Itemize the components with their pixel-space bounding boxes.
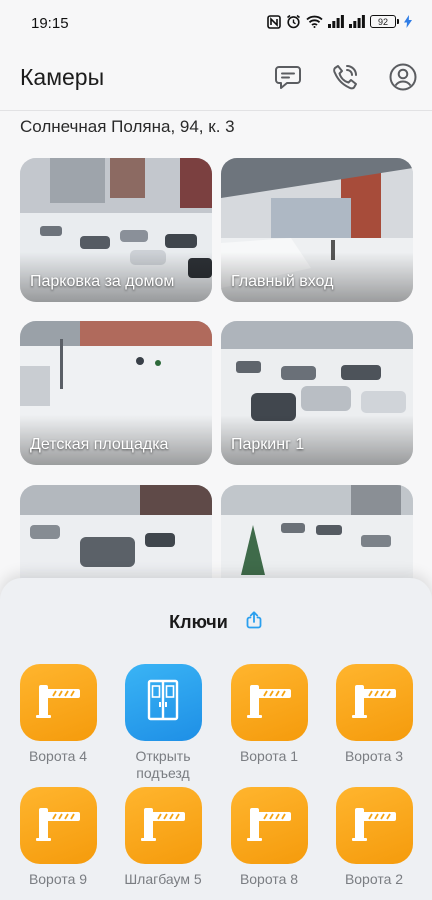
battery-icon: 92 bbox=[370, 15, 399, 28]
camera-card[interactable]: Паркинг 1 bbox=[221, 321, 413, 465]
keys-sheet: Ключи Ворота 4 Открыть подъезд Ворота 1 … bbox=[0, 578, 432, 900]
key-label: Ворота 9 bbox=[28, 871, 88, 887]
page-title: Камеры bbox=[20, 64, 105, 90]
barrier-gate-icon bbox=[244, 679, 294, 726]
charging-icon bbox=[404, 15, 412, 28]
chat-button[interactable] bbox=[271, 62, 305, 96]
key-button[interactable]: Ворота 8 bbox=[224, 787, 314, 888]
key-button[interactable]: Ворота 1 bbox=[224, 664, 314, 765]
key-tile bbox=[230, 664, 308, 741]
profile-button[interactable] bbox=[386, 62, 420, 96]
key-label: Шлагбаум 5 bbox=[124, 871, 202, 887]
key-tile bbox=[124, 787, 202, 864]
key-button[interactable]: Ворота 4 bbox=[13, 664, 103, 765]
barrier-gate-icon bbox=[138, 802, 188, 849]
key-label: Ворота 8 bbox=[239, 871, 299, 887]
camera-card[interactable]: Парковка за домом bbox=[20, 158, 212, 302]
door-icon bbox=[143, 678, 183, 727]
alarm-icon bbox=[286, 14, 301, 29]
key-label: Ворота 3 bbox=[344, 748, 404, 764]
key-tile bbox=[335, 664, 413, 741]
chat-icon bbox=[273, 62, 303, 97]
profile-icon bbox=[388, 62, 418, 97]
share-icon bbox=[245, 611, 263, 633]
barrier-gate-icon bbox=[33, 802, 83, 849]
signal-icon bbox=[328, 15, 344, 28]
key-button[interactable]: Открыть подъезд bbox=[118, 664, 208, 782]
barrier-gate-icon bbox=[349, 679, 399, 726]
key-label: Открыть подъезд bbox=[135, 748, 191, 781]
barrier-gate-icon bbox=[244, 802, 294, 849]
status-bar: 19:15 92 bbox=[0, 0, 432, 48]
key-label: Ворота 2 bbox=[344, 871, 404, 887]
key-tile bbox=[230, 787, 308, 864]
key-tile bbox=[335, 787, 413, 864]
app-bar: Камеры bbox=[0, 48, 432, 112]
camera-label: Паркинг 1 bbox=[231, 436, 305, 453]
key-button[interactable]: Шлагбаум 5 bbox=[118, 787, 208, 888]
camera-label: Главный вход bbox=[231, 273, 334, 290]
app-bar-divider bbox=[0, 110, 432, 111]
camera-card[interactable]: Главный вход bbox=[221, 158, 413, 302]
battery-level: 92 bbox=[377, 16, 388, 27]
key-label: Ворота 4 bbox=[28, 748, 88, 764]
key-button[interactable]: Ворота 2 bbox=[329, 787, 419, 888]
call-button[interactable] bbox=[328, 62, 362, 96]
camera-label: Детская площадка bbox=[30, 436, 169, 453]
status-time: 19:15 bbox=[31, 15, 69, 32]
barrier-gate-icon bbox=[349, 802, 399, 849]
key-button[interactable]: Ворота 9 bbox=[13, 787, 103, 888]
phone-call-icon bbox=[330, 62, 360, 97]
share-keys-button[interactable] bbox=[245, 611, 263, 634]
key-label: Ворота 1 bbox=[239, 748, 299, 764]
nfc-icon bbox=[267, 14, 281, 29]
key-tile bbox=[19, 787, 97, 864]
barrier-gate-icon bbox=[33, 679, 83, 726]
key-tile bbox=[124, 664, 202, 741]
camera-card[interactable]: Детская площадка bbox=[20, 321, 212, 465]
signal-icon bbox=[349, 15, 365, 28]
camera-label: Парковка за домом bbox=[30, 273, 175, 290]
key-tile bbox=[19, 664, 97, 741]
address-title: Солнечная Поляна, 94, к. 3 bbox=[20, 117, 235, 136]
keys-title: Ключи bbox=[169, 612, 228, 632]
key-button[interactable]: Ворота 3 bbox=[329, 664, 419, 765]
wifi-icon bbox=[306, 15, 323, 28]
